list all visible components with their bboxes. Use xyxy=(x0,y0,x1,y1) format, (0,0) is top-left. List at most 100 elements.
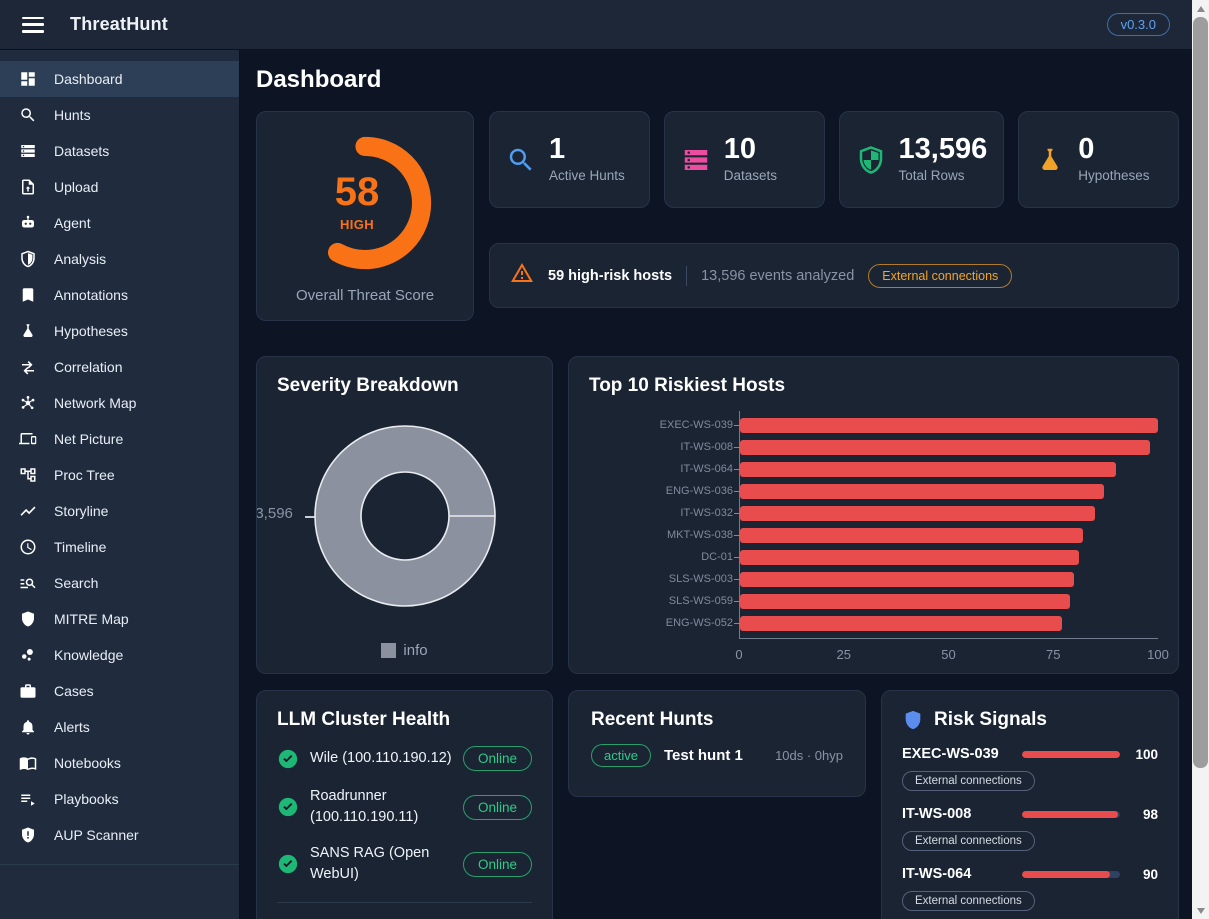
bar-row: IT-WS-008 xyxy=(740,436,1158,458)
bar-row: SLS-WS-059 xyxy=(740,590,1158,612)
threat-score-caption: Overall Threat Score xyxy=(296,287,434,304)
hunt-status-badge: active xyxy=(591,744,651,767)
host-risk-bar xyxy=(740,616,1062,631)
online-status-badge: Online xyxy=(463,852,532,877)
host-risk-bar xyxy=(740,528,1083,543)
app-title: ThreatHunt xyxy=(70,14,168,35)
sidebar-item-label: Timeline xyxy=(54,539,106,555)
host-risk-bar xyxy=(740,550,1079,565)
sidebar-item-proc-tree[interactable]: Proc Tree xyxy=(0,457,239,493)
scroll-up-arrow[interactable] xyxy=(1192,0,1209,17)
sidebar-item-label: Dashboard xyxy=(54,71,123,87)
datasets-icon xyxy=(681,145,711,175)
bar-category-label: IT-WS-008 xyxy=(590,441,733,453)
bar-row: MKT-WS-038 xyxy=(740,524,1158,546)
sidebar-item-label: Storyline xyxy=(54,503,108,519)
top-hosts-x-axis: 0255075100 xyxy=(739,643,1158,665)
upload-file-icon xyxy=(18,177,38,197)
bookmark-icon xyxy=(18,285,38,305)
sidebar-item-correlation[interactable]: Correlation xyxy=(0,349,239,385)
host-risk-bar xyxy=(740,506,1095,521)
sidebar-item-label: Analysis xyxy=(54,251,106,267)
shield-check-icon xyxy=(856,145,886,175)
y-tick xyxy=(734,513,740,514)
sidebar-item-label: Notebooks xyxy=(54,755,121,771)
scrollbar-thumb[interactable] xyxy=(1193,17,1208,768)
list-search-icon xyxy=(18,573,38,593)
playlist-play-icon xyxy=(18,789,38,809)
sidebar-item-mitre-map[interactable]: MITRE Map xyxy=(0,601,239,637)
risk-score-value: 90 xyxy=(1130,867,1158,882)
top-hosts-plot: EXEC-WS-039IT-WS-008IT-WS-064ENG-WS-036I… xyxy=(739,411,1158,639)
sidebar-item-analysis[interactable]: Analysis xyxy=(0,241,239,277)
stat-value: 0 xyxy=(1078,134,1149,164)
sidebar-item-upload[interactable]: Upload xyxy=(0,169,239,205)
stat-value: 13,596 xyxy=(899,134,988,164)
external-connections-badge: External connections xyxy=(868,264,1012,288)
host-risk-bar xyxy=(740,594,1070,609)
y-tick xyxy=(734,425,740,426)
swap-arrows-icon xyxy=(18,357,38,377)
sidebar-item-label: Knowledge xyxy=(54,647,123,663)
sidebar-item-aup-scanner[interactable]: AUP Scanner xyxy=(0,817,239,853)
page-title: Dashboard xyxy=(256,66,1179,94)
sidebar-item-label: MITRE Map xyxy=(54,611,129,627)
sidebar-item-playbooks[interactable]: Playbooks xyxy=(0,781,239,817)
sidebar-divider xyxy=(0,864,239,865)
bar-category-label: EXEC-WS-039 xyxy=(590,419,733,431)
shield-alert-icon xyxy=(18,825,38,845)
high-risk-hosts-text: 59 high-risk hosts xyxy=(548,268,672,284)
vertical-scrollbar[interactable] xyxy=(1192,0,1209,919)
sidebar-item-label: Playbooks xyxy=(54,791,119,807)
recent-hunts-card: Recent Hunts active Test hunt 1 10ds · 0… xyxy=(568,690,866,797)
clock-icon xyxy=(18,537,38,557)
sidebar-item-dashboard[interactable]: Dashboard xyxy=(0,61,239,97)
sidebar-item-timeline[interactable]: Timeline xyxy=(0,529,239,565)
stat-card-total-rows: 13,596 Total Rows xyxy=(839,111,1005,208)
sidebar-item-label: Annotations xyxy=(54,287,128,303)
bar-category-label: ENG-WS-052 xyxy=(590,617,733,629)
sidebar-item-hunts[interactable]: Hunts xyxy=(0,97,239,133)
cluster-dots-icon xyxy=(18,645,38,665)
severity-title: Severity Breakdown xyxy=(277,375,532,397)
legend-label-info: info xyxy=(403,642,427,659)
hunt-list-item[interactable]: active Test hunt 1 10ds · 0hyp xyxy=(591,744,843,767)
hub-icon xyxy=(18,393,38,413)
llm-node-name: Wile (100.110.190.12) xyxy=(310,748,452,769)
external-connections-tag: External connections xyxy=(902,831,1035,851)
sidebar-item-label: Agent xyxy=(54,215,91,231)
menu-icon[interactable] xyxy=(22,17,44,33)
check-circle-icon xyxy=(277,853,299,875)
bar-row: EXEC-WS-039 xyxy=(740,414,1158,436)
scroll-down-arrow[interactable] xyxy=(1192,902,1209,919)
sidebar-item-label: Cases xyxy=(54,683,94,699)
host-risk-bar xyxy=(740,418,1158,433)
sidebar-item-annotations[interactable]: Annotations xyxy=(0,277,239,313)
llm-node-name: SANS RAG (Open WebUI) xyxy=(310,843,452,885)
sidebar-item-label: Alerts xyxy=(54,719,90,735)
sidebar-item-cases[interactable]: Cases xyxy=(0,673,239,709)
sidebar-item-label: Network Map xyxy=(54,395,136,411)
top-hosts-title: Top 10 Riskiest Hosts xyxy=(589,375,1158,397)
version-badge: v0.3.0 xyxy=(1107,13,1170,36)
sidebar-item-knowledge[interactable]: Knowledge xyxy=(0,637,239,673)
sidebar-item-notebooks[interactable]: Notebooks xyxy=(0,745,239,781)
y-tick xyxy=(734,535,740,536)
sidebar-item-network-map[interactable]: Network Map xyxy=(0,385,239,421)
threat-gauge: 58 HIGH xyxy=(292,130,438,273)
sidebar-item-search[interactable]: Search xyxy=(0,565,239,601)
host-risk-bar xyxy=(740,484,1104,499)
sidebar-item-storyline[interactable]: Storyline xyxy=(0,493,239,529)
risk-signal-row: IT-WS-00898External connections xyxy=(902,806,1158,851)
sidebar-item-net-picture[interactable]: Net Picture xyxy=(0,421,239,457)
llm-cluster-health-card: LLM Cluster Health Wile (100.110.190.12)… xyxy=(256,690,553,919)
host-risk-bar xyxy=(740,462,1116,477)
sidebar-item-datasets[interactable]: Datasets xyxy=(0,133,239,169)
bar-category-label: IT-WS-064 xyxy=(590,463,733,475)
events-analyzed-text: 13,596 events analyzed xyxy=(701,268,854,284)
sidebar-item-alerts[interactable]: Alerts xyxy=(0,709,239,745)
sidebar-item-agent[interactable]: Agent xyxy=(0,205,239,241)
sidebar-item-label: Hunts xyxy=(54,107,91,123)
sidebar-item-hypotheses[interactable]: Hypotheses xyxy=(0,313,239,349)
sidebar-item-label: Proc Tree xyxy=(54,467,115,483)
